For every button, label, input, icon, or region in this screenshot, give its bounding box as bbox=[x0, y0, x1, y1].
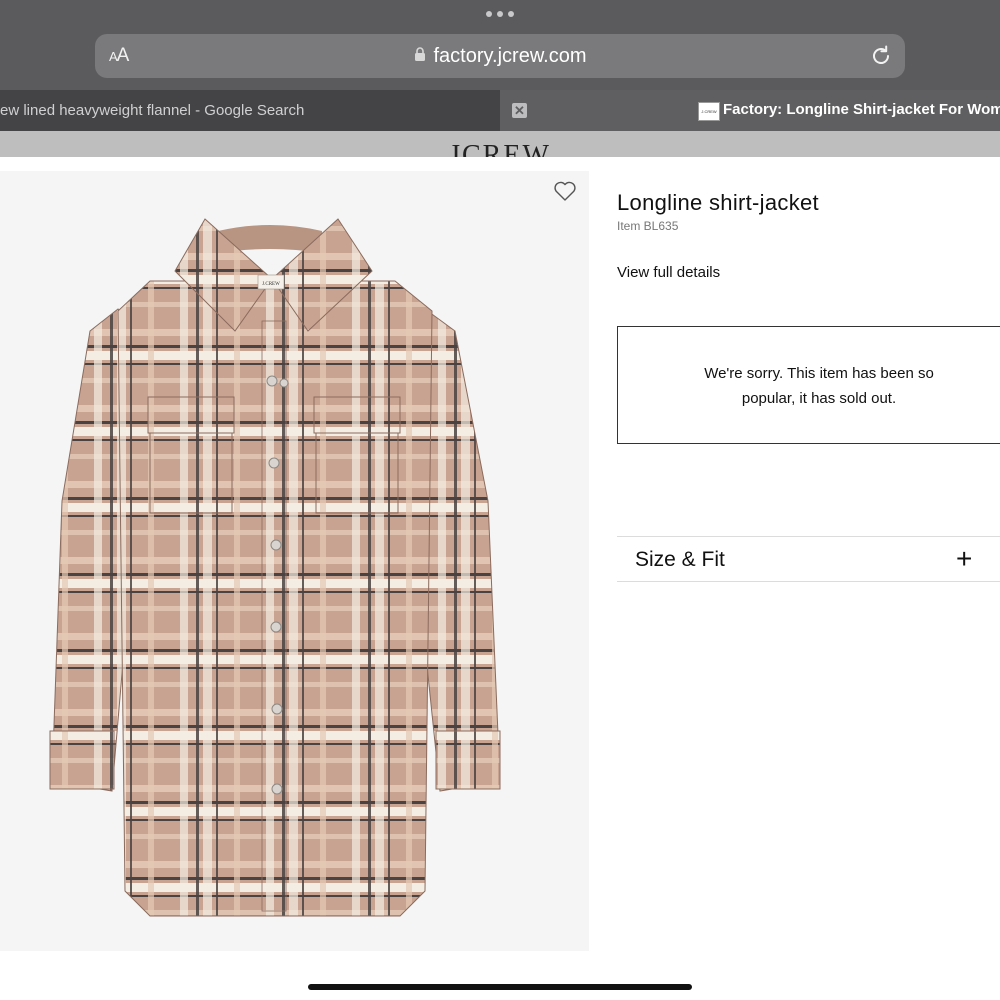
item-number: Item BL635 bbox=[617, 219, 679, 233]
site-logo[interactable]: JCREW bbox=[0, 140, 1000, 157]
home-indicator[interactable] bbox=[308, 984, 692, 990]
view-full-details-link[interactable]: View full details bbox=[617, 264, 720, 281]
tab-label: ew lined heavyweight flannel - Google Se… bbox=[0, 102, 305, 119]
product-title: Longline shirt-jacket bbox=[617, 190, 819, 215]
reload-icon[interactable] bbox=[869, 44, 893, 68]
garment-label: J.CREW bbox=[262, 282, 280, 287]
tab-google-search[interactable]: ew lined heavyweight flannel - Google Se… bbox=[0, 90, 500, 131]
tab-jcrew-product[interactable]: ✕ J.CREW Factory: Longline Shirt-jacket … bbox=[500, 90, 1000, 131]
tab-label: Factory: Longline Shirt-jacket For Wom bbox=[723, 101, 1000, 118]
heart-icon[interactable] bbox=[553, 180, 577, 202]
lock-icon bbox=[414, 47, 425, 62]
browser-chrome: AA factory.jcrew.com ew lined heavyweigh… bbox=[0, 0, 1000, 131]
more-dots-icon[interactable] bbox=[486, 10, 514, 18]
divider bbox=[617, 536, 1000, 537]
plus-icon[interactable]: + bbox=[956, 544, 972, 574]
divider bbox=[617, 581, 1000, 582]
favicon: J.CREW bbox=[698, 102, 720, 121]
address-bar[interactable]: AA factory.jcrew.com bbox=[95, 34, 905, 78]
close-icon[interactable]: ✕ bbox=[512, 103, 527, 118]
sold-out-message: We're sorry. This item has been so popul… bbox=[704, 365, 934, 407]
product-image[interactable]: J.CREW bbox=[0, 171, 589, 951]
size-fit-accordion[interactable]: Size & Fit bbox=[635, 548, 725, 572]
site-header: JCREW bbox=[0, 131, 1000, 157]
sold-out-notice: We're sorry. This item has been so popul… bbox=[617, 326, 1000, 444]
url-text: factory.jcrew.com bbox=[433, 45, 587, 67]
